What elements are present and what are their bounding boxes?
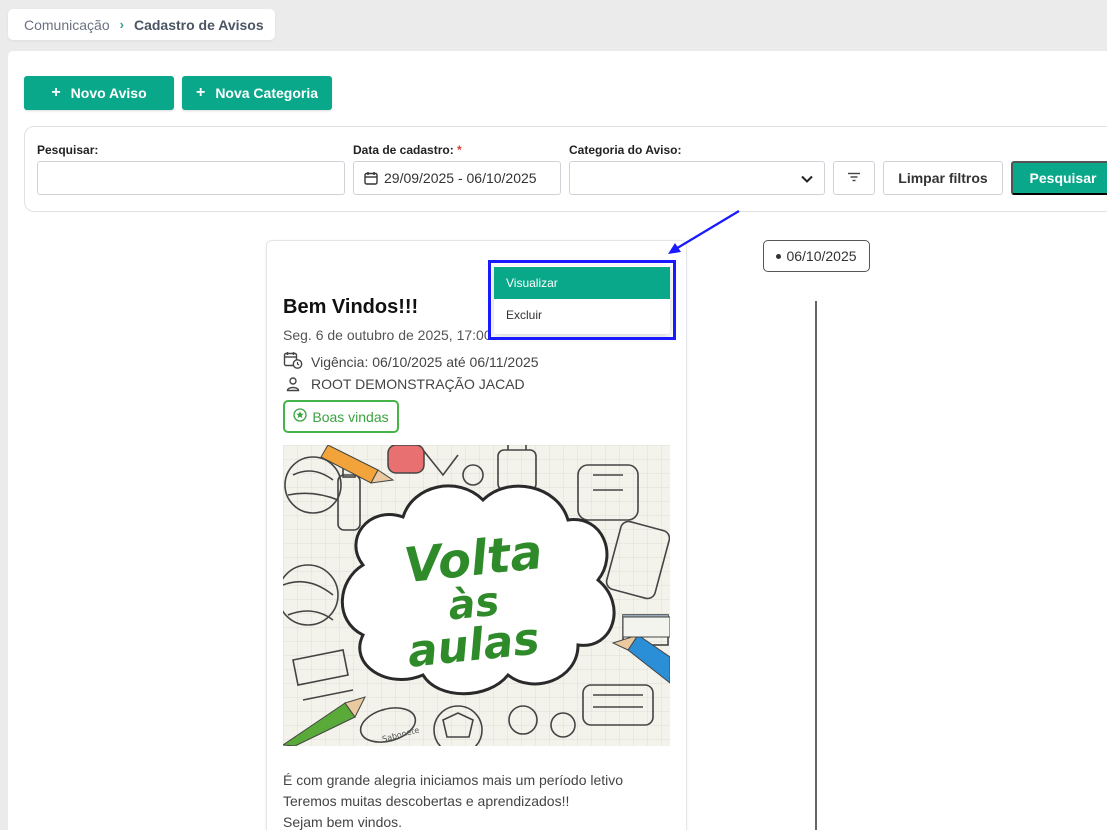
category-tag-label: Boas vindas: [312, 408, 389, 425]
category-select[interactable]: [569, 161, 825, 195]
new-category-button[interactable]: + Nova Categoria: [182, 76, 332, 110]
annotation-arrow-icon: [668, 210, 740, 254]
notice-author: ROOT DEMONSTRAÇÃO JACAD: [283, 376, 525, 392]
notice-title: Bem Vindos!!!: [283, 296, 419, 318]
plus-icon: +: [195, 84, 206, 101]
search-input[interactable]: [37, 161, 345, 195]
category-label: Categoria do Aviso:: [569, 143, 682, 157]
notice-body-line: É com grande alegria iniciamos mais um p…: [283, 772, 624, 788]
timeline-line: [815, 301, 817, 830]
search-button[interactable]: Pesquisar: [1011, 161, 1107, 195]
new-notice-label: Novo Aviso: [70, 85, 147, 101]
notice-author-text: ROOT DEMONSTRAÇÃO JACAD: [311, 376, 525, 392]
calendar-clock-icon: [283, 351, 303, 372]
required-marker: *: [457, 143, 462, 157]
date-range-value: 29/09/2025 - 06/10/2025: [384, 170, 537, 186]
notice-body-line: Teremos muitas descobertas e aprendizado…: [283, 793, 570, 809]
date-range-input[interactable]: 29/09/2025 - 06/10/2025: [353, 161, 561, 195]
dot-icon: [776, 253, 782, 259]
breadcrumb-current: Cadastro de Avisos: [133, 16, 264, 33]
clear-filters-button[interactable]: Limpar filtros: [883, 161, 1003, 195]
calendar-icon: [364, 171, 378, 185]
notice-date: Seg. 6 de outubro de 2025, 17:00: [283, 327, 492, 343]
date-label: Data de cadastro: *: [353, 143, 462, 157]
plus-icon: +: [51, 84, 61, 101]
highlight-box: [488, 260, 676, 340]
new-category-label: Nova Categoria: [215, 85, 319, 101]
filter-icon: [847, 169, 861, 187]
notice-body-line: Sejam bem vindos.: [283, 814, 403, 830]
chevron-right-icon: ›: [119, 17, 124, 32]
star-circle-icon: [293, 408, 308, 425]
notice-validity: Vigência: 06/10/2025 até 06/11/2025: [283, 351, 539, 372]
timeline-date-badge: 06/10/2025: [763, 240, 870, 272]
breadcrumb: Comunicação › Cadastro de Avisos: [8, 9, 275, 40]
notice-validity-text: Vigência: 06/10/2025 até 06/11/2025: [311, 353, 539, 370]
search-label: Pesquisar:: [37, 143, 99, 157]
person-icon: [283, 376, 303, 392]
breadcrumb-comunicacao[interactable]: Comunicação: [24, 17, 110, 33]
notice-image: Volta às aulas Sabonete: [283, 445, 670, 746]
notice-body: É com grande alegria iniciamos mais um p…: [283, 770, 623, 830]
new-notice-button[interactable]: + Novo Aviso: [24, 76, 174, 110]
date-label-text: Data de cadastro:: [353, 143, 454, 157]
timeline-date-text: 06/10/2025: [786, 248, 857, 264]
chevron-down-icon: [800, 172, 814, 186]
advanced-filter-button[interactable]: [833, 161, 875, 195]
category-tag: Boas vindas: [283, 400, 399, 433]
